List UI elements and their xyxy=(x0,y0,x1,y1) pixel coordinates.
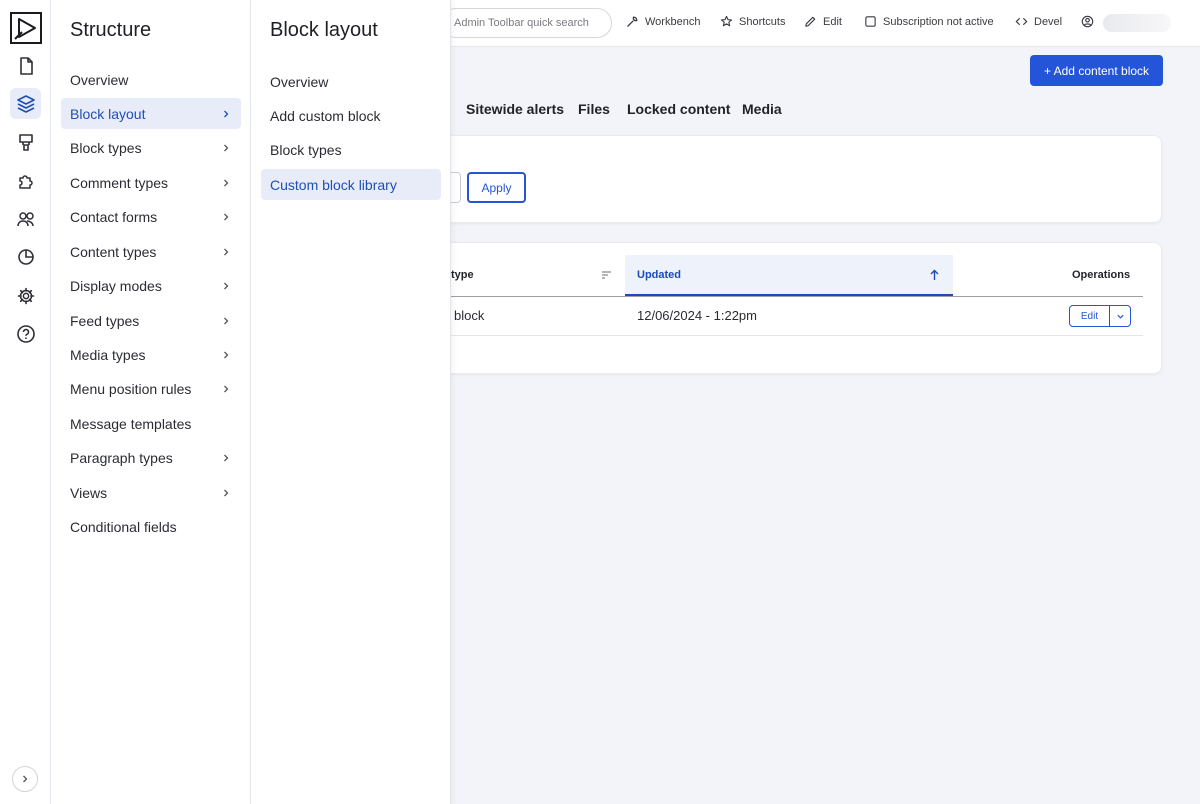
workbench-link[interactable]: Workbench xyxy=(626,15,700,28)
help-icon[interactable] xyxy=(10,318,41,349)
search-input[interactable]: Admin Toolbar quick search xyxy=(441,8,612,38)
devel-link[interactable]: Devel xyxy=(1015,15,1062,28)
submenu-item-block-types[interactable]: Block types xyxy=(261,135,441,166)
block-layout-menu: Overview Add custom block Block types Cu… xyxy=(261,66,441,204)
menu-item-content-types[interactable]: Content types xyxy=(61,236,241,267)
menu-item-media-types[interactable]: Media types xyxy=(61,340,241,371)
menu-item-menu-position-rules[interactable]: Menu position rules xyxy=(61,374,241,405)
add-content-block-button[interactable]: + Add content block xyxy=(1030,55,1163,86)
cell-updated: 12/06/2024 - 1:22pm xyxy=(637,308,757,323)
block-layout-flyout: Block layout Overview Add custom block B… xyxy=(251,0,451,804)
chart-pie-icon[interactable] xyxy=(10,241,41,272)
flyout-title: Structure xyxy=(70,19,152,41)
operations-toggle[interactable] xyxy=(1110,306,1130,326)
file-icon[interactable] xyxy=(10,50,41,81)
menu-item-views[interactable]: Views xyxy=(61,477,241,508)
updated-header-label: Updated xyxy=(637,269,681,281)
menu-item-conditional-fields[interactable]: Conditional fields xyxy=(61,512,241,543)
header-divider xyxy=(451,296,1143,297)
cell-type: block xyxy=(454,308,485,323)
operations-dropbutton: Edit xyxy=(1069,305,1131,327)
chevron-right-icon xyxy=(224,144,229,152)
menu-item-contact-forms[interactable]: Contact forms xyxy=(61,202,241,233)
structure-flyout: Structure Overview Block layout Block ty… xyxy=(51,0,251,804)
chevron-right-icon xyxy=(224,454,229,462)
tab-sitewide-alerts[interactable]: Sitewide alerts xyxy=(466,101,564,117)
type-column-header[interactable]: type xyxy=(451,269,474,281)
chevron-right-icon xyxy=(224,213,229,221)
star-icon xyxy=(720,15,733,27)
flyout-title: Block layout xyxy=(270,19,378,41)
chevron-right-icon xyxy=(224,489,229,497)
admin-toolbar: Admin Toolbar quick search Workbench Sho… xyxy=(441,0,1200,47)
row-edit-button[interactable]: Edit xyxy=(1070,306,1110,326)
menu-item-message-templates[interactable]: Message templates xyxy=(61,408,241,439)
wrench-icon xyxy=(627,16,638,27)
gear-icon[interactable] xyxy=(10,280,41,311)
menu-item-paragraph-types[interactable]: Paragraph types xyxy=(61,443,241,474)
menu-item-feed-types[interactable]: Feed types xyxy=(61,305,241,336)
pencil-icon xyxy=(805,16,816,27)
row-divider xyxy=(451,335,1143,336)
tab-media[interactable]: Media xyxy=(742,101,782,117)
structure-menu: Overview Block layout Block types Commen… xyxy=(61,64,241,546)
shortcuts-link[interactable]: Shortcuts xyxy=(720,15,785,28)
menu-item-comment-types[interactable]: Comment types xyxy=(61,167,241,198)
edit-link[interactable]: Edit xyxy=(804,15,842,28)
chevron-right-icon xyxy=(23,775,28,783)
sort-icon[interactable] xyxy=(601,270,612,280)
sort-ascending-icon xyxy=(930,269,939,280)
expand-sidebar-button[interactable] xyxy=(12,766,38,792)
chevron-right-icon xyxy=(224,110,229,118)
layers-icon[interactable] xyxy=(10,88,41,119)
subscription-status[interactable]: Subscription not active xyxy=(864,15,994,28)
submenu-item-custom-block-library[interactable]: Custom block library xyxy=(261,169,441,201)
user-menu[interactable] xyxy=(1081,15,1094,28)
menu-item-block-types[interactable]: Block types xyxy=(61,133,241,164)
users-icon[interactable] xyxy=(10,203,41,234)
chevron-right-icon xyxy=(224,282,229,290)
brush-icon[interactable] xyxy=(10,126,41,157)
menu-item-overview[interactable]: Overview xyxy=(61,64,241,95)
chevron-right-icon xyxy=(224,351,229,359)
tab-locked-content[interactable]: Locked content xyxy=(627,101,730,117)
filter-card xyxy=(430,135,1162,223)
chevron-right-icon xyxy=(224,385,229,393)
menu-item-block-layout[interactable]: Block layout xyxy=(61,98,241,130)
checkbox-icon xyxy=(865,16,876,27)
menu-item-display-modes[interactable]: Display modes xyxy=(61,271,241,302)
username-redacted xyxy=(1103,14,1171,32)
apply-button[interactable]: Apply xyxy=(467,172,526,203)
chevron-right-icon xyxy=(224,248,229,256)
puzzle-icon[interactable] xyxy=(10,165,41,196)
submenu-item-overview[interactable]: Overview xyxy=(261,66,441,97)
user-icon xyxy=(1081,15,1094,28)
icon-rail xyxy=(0,0,51,804)
logo-icon[interactable] xyxy=(10,12,42,44)
chevron-right-icon xyxy=(224,179,229,187)
chevron-down-icon xyxy=(1116,314,1124,319)
code-icon xyxy=(1015,17,1028,26)
operations-column-header: Operations xyxy=(1072,269,1131,281)
chevron-right-icon xyxy=(224,317,229,325)
submenu-item-add-custom-block[interactable]: Add custom block xyxy=(261,100,441,131)
tab-files[interactable]: Files xyxy=(578,101,610,117)
